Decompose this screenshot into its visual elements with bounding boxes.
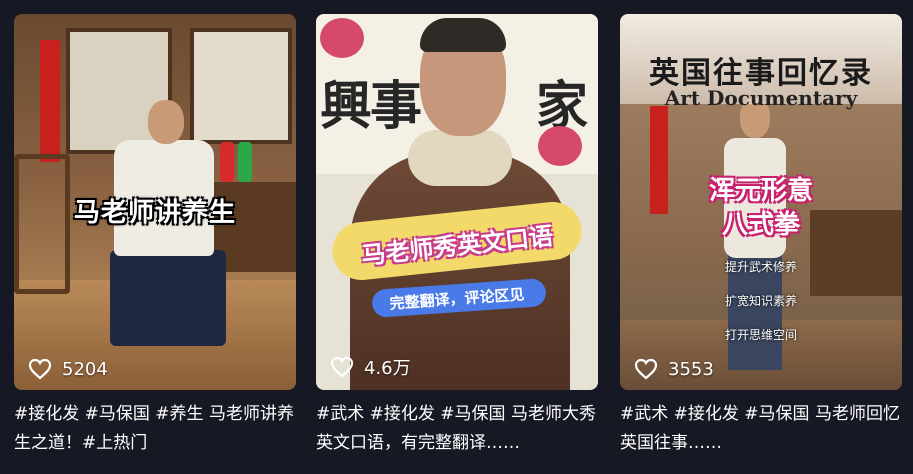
background-calligraphy: 興 xyxy=(320,76,373,137)
video-title[interactable]: #接化发 #马保国 #养生 马老师讲养生之道！#上热门 xyxy=(14,400,296,458)
like-stat: 4.6万 xyxy=(330,354,411,380)
video-title[interactable]: #武术 #接化发 #马保国 马老师大秀英文口语，有完整翻译…… xyxy=(316,400,598,458)
like-stat: 3553 xyxy=(634,358,714,380)
heart-outline-icon xyxy=(634,358,658,380)
like-count: 3553 xyxy=(668,358,714,380)
video-title[interactable]: #武术 #接化发 #马保国 马老师回忆英国往事…… xyxy=(620,400,902,458)
like-count: 5204 xyxy=(62,358,108,380)
video-thumbnail[interactable]: 興 事 家 马老师秀英文口语 完整翻译，评论区见 4.6万 xyxy=(316,14,598,390)
caption-line: 八式拳 xyxy=(721,210,800,240)
video-card[interactable]: 英国往事回忆录 Art Documentary 浑元形意 八式拳 提升武术修养 … xyxy=(620,14,902,458)
thumbnail-caption: 浑元形意 八式拳 xyxy=(620,174,902,242)
caption-point: 扩宽知识素养 xyxy=(724,294,797,308)
caption-line: 浑元形意 xyxy=(708,176,813,206)
like-stat: 5204 xyxy=(28,358,108,380)
video-thumbnail[interactable]: 马老师讲养生 5204 xyxy=(14,14,296,390)
heart-outline-icon xyxy=(28,358,52,380)
video-card[interactable]: 興 事 家 马老师秀英文口语 完整翻译，评论区见 4.6万 #武术 #接化发 #… xyxy=(316,14,598,458)
video-thumbnail[interactable]: 英国往事回忆录 Art Documentary 浑元形意 八式拳 提升武术修养 … xyxy=(620,14,902,390)
video-card[interactable]: 马老师讲养生 5204 #接化发 #马保国 #养生 马老师讲养生之道！#上热门 xyxy=(14,14,296,458)
thumbnail-caption: 马老师讲养生 xyxy=(73,198,236,228)
background-calligraphy: 事 xyxy=(370,76,423,137)
like-count: 4.6万 xyxy=(364,358,411,379)
caption-point: 提升武术修养 xyxy=(724,260,797,274)
heart-outline-icon xyxy=(330,356,354,378)
thumbnail-subtitle: Art Documentary xyxy=(664,86,858,110)
caption-point: 打开思维空间 xyxy=(724,328,797,342)
